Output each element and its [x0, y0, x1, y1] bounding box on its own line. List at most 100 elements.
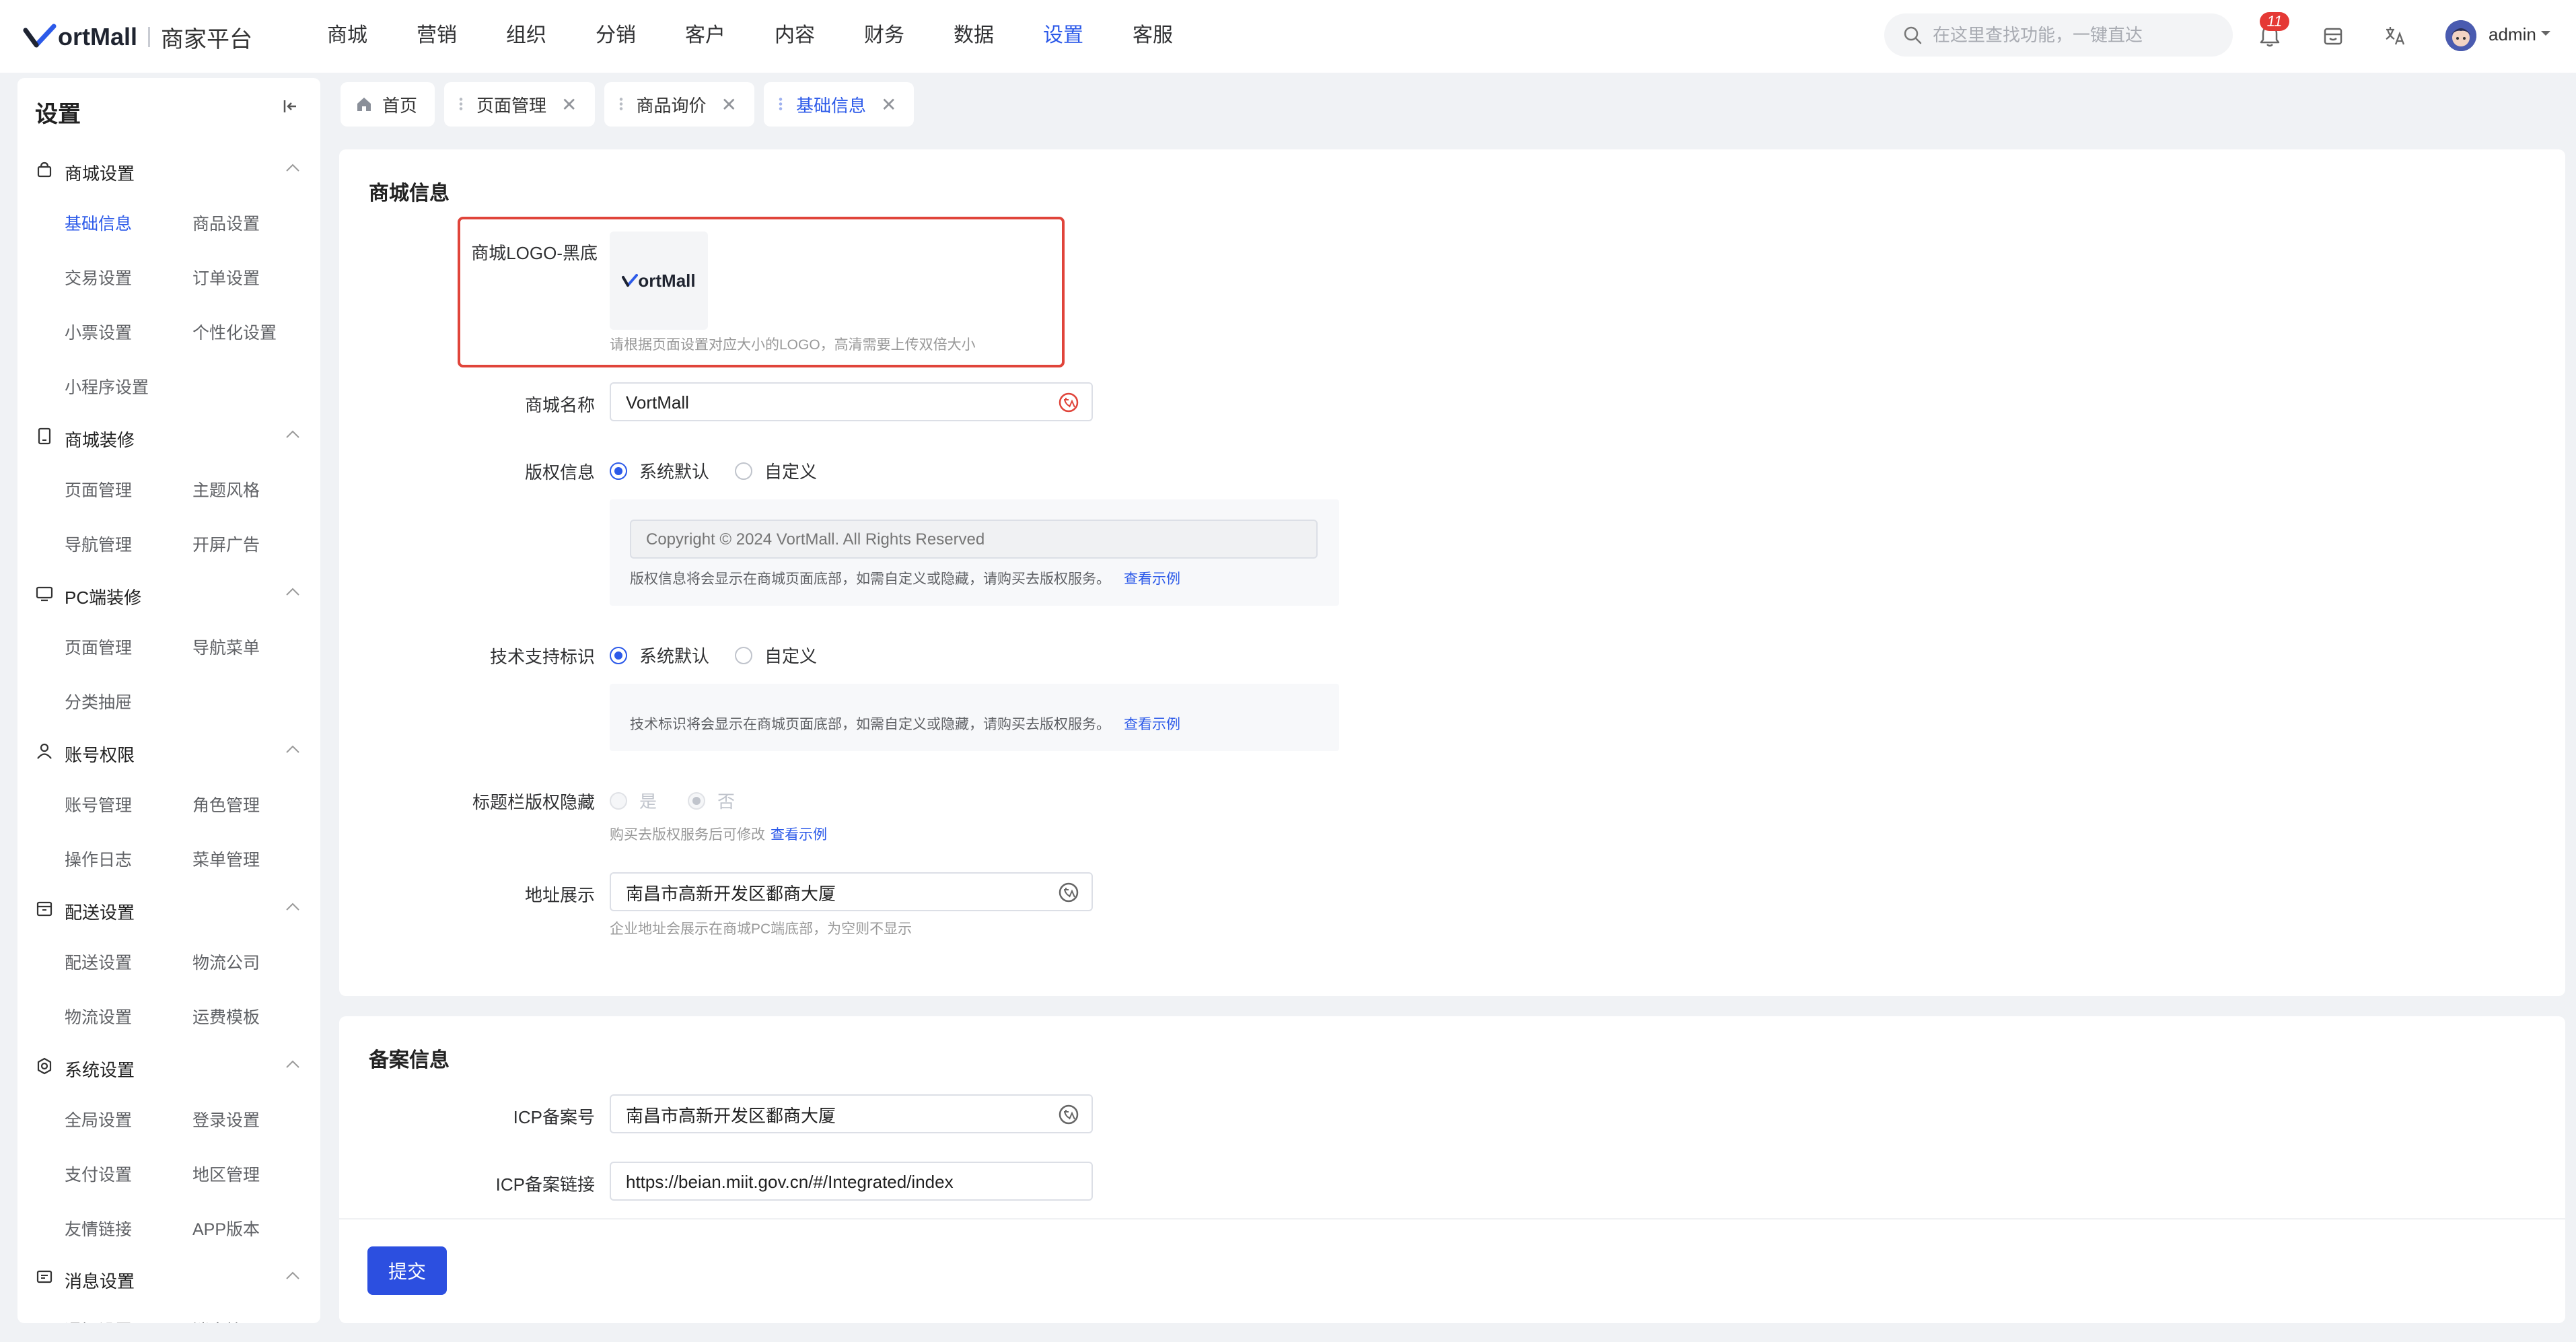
translate-badge-icon[interactable]: [1058, 882, 1079, 903]
icp-link-field[interactable]: [610, 1162, 1093, 1201]
sidebar-item-message-management[interactable]: 消息管理: [192, 1318, 260, 1323]
chevron-up-icon: [286, 745, 299, 753]
sidebar-group-label: 账号权限: [65, 745, 135, 765]
nav-settings[interactable]: 设置: [1043, 19, 1083, 52]
store-icon: [2324, 28, 2342, 45]
hide-example-link[interactable]: 查看示例: [771, 827, 827, 843]
chevron-down-icon[interactable]: [2540, 30, 2552, 38]
submit-button[interactable]: 提交: [367, 1246, 447, 1295]
tech-example-link[interactable]: 查看示例: [1124, 717, 1180, 732]
tech-custom-radio[interactable]: 自定义: [735, 643, 817, 668]
copyright-custom-radio[interactable]: 自定义: [735, 458, 817, 483]
collapse-sidebar-icon[interactable]: [281, 97, 300, 116]
nav-distribution[interactable]: 分销: [596, 19, 636, 52]
nav-content[interactable]: 内容: [775, 19, 815, 52]
address-input[interactable]: [624, 874, 1031, 911]
translate-button[interactable]: [2380, 20, 2410, 51]
sidebar-item-category-drawer[interactable]: 分类抽屉: [65, 689, 132, 713]
sidebar-item-page-management[interactable]: 页面管理: [65, 477, 132, 501]
sidebar-item-app-version[interactable]: APP版本: [192, 1216, 260, 1240]
sidebar-item-friend-links[interactable]: 友情链接: [65, 1216, 132, 1240]
sidebar-item-global-settings[interactable]: 全局设置: [65, 1107, 132, 1131]
nav-customer[interactable]: 客户: [685, 19, 725, 52]
sidebar-item-operation-log[interactable]: 操作日志: [65, 847, 132, 871]
address-field[interactable]: [610, 872, 1093, 911]
drag-handle-icon[interactable]: [778, 97, 783, 112]
sidebar-item-receipt-settings[interactable]: 小票设置: [65, 320, 132, 344]
nav-service[interactable]: 客服: [1133, 19, 1173, 52]
sidebar-item-logistics-settings[interactable]: 物流设置: [65, 1004, 132, 1028]
nav-mall[interactable]: 商城: [327, 19, 367, 52]
sidebar-item-role-management[interactable]: 角色管理: [192, 792, 260, 816]
hide-yes-radio[interactable]: 是: [610, 788, 657, 813]
nav-organization[interactable]: 组织: [506, 19, 546, 52]
sidebar-item-login-settings[interactable]: 登录设置: [192, 1107, 260, 1131]
mall-name-input[interactable]: [624, 384, 1031, 421]
sidebar-item-product-settings[interactable]: 商品设置: [192, 211, 260, 235]
tech-default-radio[interactable]: 系统默认: [610, 643, 709, 668]
user-name[interactable]: admin: [2489, 24, 2536, 45]
nav-marketing[interactable]: 营销: [417, 19, 457, 52]
sidebar-item-region-management[interactable]: 地区管理: [192, 1162, 260, 1186]
copyright-hint-text: 版权信息将会显示在商城页面底部，如需自定义或隐藏，请购买去版权服务。: [630, 571, 1110, 587]
icp-number-field[interactable]: [610, 1094, 1093, 1133]
sidebar-item-nav-management[interactable]: 导航管理: [65, 532, 132, 556]
sidebar-item-trade-settings[interactable]: 交易设置: [65, 265, 132, 289]
hide-no-radio[interactable]: 否: [688, 788, 735, 813]
sidebar-item-notification-settings[interactable]: 通知设置: [65, 1318, 132, 1323]
sidebar-group-mall-settings[interactable]: 商城设置: [17, 149, 320, 190]
icp-link-input[interactable]: [624, 1163, 1031, 1201]
sidebar-item-miniprogram[interactable]: 小程序设置: [65, 374, 149, 398]
close-icon[interactable]: ✕: [881, 94, 896, 116]
search-input[interactable]: [1931, 24, 2217, 46]
sidebar-group-mall-decoration[interactable]: 商城装修: [17, 416, 320, 456]
sidebar-item-menu-management[interactable]: 菜单管理: [192, 847, 260, 871]
nav-finance[interactable]: 财务: [864, 19, 904, 52]
tab-page-management[interactable]: 页面管理 ✕: [444, 82, 595, 127]
sidebar-item-delivery-settings[interactable]: 配送设置: [65, 950, 132, 974]
radio-label: 自定义: [764, 462, 818, 482]
avatar-image: [2445, 20, 2476, 51]
sidebar-group-message-settings[interactable]: 消息设置: [17, 1257, 320, 1298]
sidebar-item-account-management[interactable]: 账号管理: [65, 792, 132, 816]
close-icon[interactable]: ✕: [721, 94, 737, 116]
sidebar-item-basic-info[interactable]: 基础信息: [65, 211, 132, 235]
tab-label: 商品询价: [636, 95, 707, 116]
radio-label: 系统默认: [639, 462, 710, 482]
icp-number-input[interactable]: [624, 1096, 1031, 1133]
copyright-default-radio[interactable]: 系统默认: [610, 458, 709, 483]
mall-name-field[interactable]: [610, 382, 1093, 421]
translate-badge-icon[interactable]: [1058, 1104, 1079, 1125]
section-title: 商城信息: [369, 182, 450, 205]
tab-product-inquiry[interactable]: 商品询价 ✕: [604, 82, 754, 127]
global-search[interactable]: [1884, 13, 2233, 57]
sidebar-group-pc-decoration[interactable]: PC端装修: [17, 573, 320, 614]
sidebar-item-pc-page-management[interactable]: 页面管理: [65, 635, 132, 659]
sidebar-item-payment-settings[interactable]: 支付设置: [65, 1162, 132, 1186]
sidebar-item-nav-menu[interactable]: 导航菜单: [192, 635, 260, 659]
close-icon[interactable]: ✕: [561, 94, 577, 116]
tech-hint-text: 技术标识将会显示在商城页面底部，如需自定义或隐藏，请购买去版权服务。: [630, 717, 1110, 732]
drag-handle-icon[interactable]: [618, 97, 623, 112]
sidebar-item-logistics-company[interactable]: 物流公司: [192, 950, 260, 974]
tab-home[interactable]: 首页: [341, 82, 435, 127]
sidebar-item-theme-style[interactable]: 主题风格: [192, 477, 260, 501]
nav-data[interactable]: 数据: [954, 19, 994, 52]
copyright-example-link[interactable]: 查看示例: [1124, 571, 1180, 587]
sidebar-item-splash-ad[interactable]: 开屏广告: [192, 532, 260, 556]
sidebar-group-delivery-settings[interactable]: 配送设置: [17, 888, 320, 929]
store-button[interactable]: [2318, 20, 2349, 51]
sidebar-group-system-settings[interactable]: 系统设置: [17, 1046, 320, 1086]
user-avatar[interactable]: [2445, 20, 2476, 51]
drag-handle-icon[interactable]: [459, 97, 464, 112]
translate-badge-icon[interactable]: [1058, 392, 1079, 413]
tech-hint: 技术标识将会显示在商城页面底部，如需自定义或隐藏，请购买去版权服务。 查看示例: [630, 713, 1180, 734]
tab-basic-info[interactable]: 基础信息 ✕: [763, 82, 915, 127]
sidebar-item-personalization[interactable]: 个性化设置: [192, 320, 277, 344]
sidebar-item-shipping-template[interactable]: 运费模板: [192, 1004, 260, 1028]
sidebar-item-order-settings[interactable]: 订单设置: [192, 265, 260, 289]
logo-upload[interactable]: ortMall: [610, 232, 708, 330]
sidebar-group-account-permissions[interactable]: 账号权限: [17, 731, 320, 771]
brand-logo[interactable]: ortMall 商家平台: [23, 20, 252, 54]
filing-info-panel: 备案信息 ICP备案号 ICP备案链接: [339, 1016, 2565, 1323]
